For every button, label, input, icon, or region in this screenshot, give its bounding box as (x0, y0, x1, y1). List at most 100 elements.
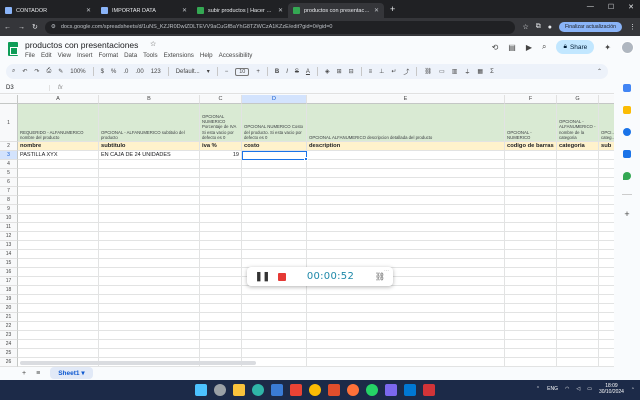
header-description-cell[interactable]: OPCIONAL - NUMERICO (505, 104, 557, 142)
table-cell[interactable] (200, 196, 242, 205)
table-cell[interactable] (200, 277, 242, 286)
table-cell[interactable] (200, 205, 242, 214)
table-cell[interactable] (505, 205, 557, 214)
increase-decimal-icon[interactable]: .00 (135, 69, 143, 75)
table-cell[interactable] (18, 331, 99, 340)
menu-accessibility[interactable]: Accessibility (219, 52, 253, 59)
share-button[interactable]: 🔒︎ Share (556, 40, 595, 54)
row-header[interactable]: 16 (0, 268, 18, 277)
table-cell[interactable] (505, 349, 557, 358)
volume-icon[interactable]: ◁ (576, 386, 580, 392)
table-cell[interactable] (505, 151, 557, 160)
row-header[interactable]: 6 (0, 178, 18, 187)
close-tab-icon[interactable]: ✕ (86, 7, 91, 14)
table-cell[interactable] (505, 241, 557, 250)
table-cell[interactable] (99, 187, 200, 196)
table-cell[interactable] (18, 349, 99, 358)
all-sheets-icon[interactable]: ≡ (36, 370, 40, 377)
table-cell[interactable] (200, 160, 242, 169)
notifications-icon[interactable]: ◔ (631, 386, 634, 392)
language-indicator[interactable]: ENG (547, 386, 558, 392)
table-cell[interactable] (557, 232, 599, 241)
field-name-cell[interactable]: description (307, 142, 505, 151)
comments-icon[interactable]: ▤ (508, 43, 516, 52)
table-cell[interactable] (307, 313, 505, 322)
contacts-icon[interactable] (623, 150, 631, 158)
table-cell[interactable] (200, 223, 242, 232)
table-cell[interactable] (242, 214, 307, 223)
pause-icon[interactable]: ❚❚ (255, 271, 270, 282)
table-cell[interactable] (18, 304, 99, 313)
table-cell[interactable] (599, 196, 614, 205)
table-cell[interactable] (599, 304, 614, 313)
table-cell[interactable] (599, 313, 614, 322)
table-cell[interactable] (200, 241, 242, 250)
table-cell[interactable] (18, 250, 99, 259)
redo-icon[interactable]: ↷ (34, 68, 39, 75)
star-document-icon[interactable]: ☆ (150, 40, 156, 48)
table-cell[interactable] (200, 187, 242, 196)
table-cell[interactable] (557, 241, 599, 250)
table-cell[interactable] (242, 241, 307, 250)
menu-tools[interactable]: Tools (143, 52, 157, 59)
table-cell[interactable] (99, 286, 200, 295)
table-cell[interactable] (557, 340, 599, 349)
table-cell[interactable] (599, 277, 614, 286)
drag-handle-icon[interactable]: ⋯ (384, 268, 389, 274)
table-cell[interactable] (557, 349, 599, 358)
stop-icon[interactable] (278, 272, 287, 281)
add-on-icon[interactable]: + (624, 209, 629, 219)
zoom-select[interactable]: 100% (70, 69, 85, 75)
functions-icon[interactable]: Σ (490, 69, 494, 75)
table-cell[interactable] (505, 313, 557, 322)
row-header[interactable]: 1 (0, 104, 18, 142)
table-cell[interactable] (99, 178, 200, 187)
merge-icon[interactable]: ⊟ (349, 68, 354, 75)
row-header[interactable]: 15 (0, 259, 18, 268)
table-cell[interactable] (557, 268, 599, 277)
edge-icon[interactable] (252, 384, 264, 396)
meet-icon[interactable]: ▶ (526, 43, 532, 52)
table-cell[interactable] (307, 178, 505, 187)
column-header[interactable]: A (18, 95, 99, 104)
table-cell[interactable] (200, 259, 242, 268)
field-name-cell[interactable]: categoria (557, 142, 599, 151)
table-cell[interactable] (557, 295, 599, 304)
table-cell[interactable] (599, 151, 614, 160)
row-header[interactable]: 7 (0, 187, 18, 196)
row-header[interactable]: 3 (0, 151, 18, 160)
table-cell[interactable] (505, 268, 557, 277)
table-cell[interactable] (200, 232, 242, 241)
table-cell[interactable] (599, 214, 614, 223)
battery-icon[interactable]: ▭ (587, 386, 592, 392)
table-cell[interactable] (242, 286, 307, 295)
table-cell[interactable] (599, 358, 614, 367)
site-info-icon[interactable]: ⚙ (51, 24, 56, 30)
browser-tab[interactable]: subir productos | Hacer copia ✕ (192, 3, 288, 18)
table-cell[interactable] (557, 169, 599, 178)
table-cell[interactable] (200, 304, 242, 313)
tasks-icon[interactable] (623, 128, 631, 136)
chart-icon[interactable]: ▥ (452, 68, 458, 75)
row-header[interactable]: 13 (0, 241, 18, 250)
table-cell[interactable] (200, 250, 242, 259)
field-name-cell[interactable]: subtitulo (99, 142, 200, 151)
table-cell[interactable] (307, 196, 505, 205)
table-cell[interactable] (18, 340, 99, 349)
row-header[interactable]: 10 (0, 214, 18, 223)
table-cell[interactable] (505, 223, 557, 232)
table-cell[interactable] (242, 349, 307, 358)
table-cell[interactable] (557, 358, 599, 367)
table-cell[interactable] (18, 286, 99, 295)
spreadsheet-grid[interactable]: ABCDEFGH12345678910111213141516171819202… (0, 95, 614, 367)
table-cell[interactable] (557, 250, 599, 259)
table-cell[interactable] (557, 187, 599, 196)
app-icon[interactable] (328, 384, 340, 396)
table-cell[interactable] (99, 160, 200, 169)
table-cell[interactable] (307, 214, 505, 223)
table-cell[interactable] (242, 331, 307, 340)
wifi-icon[interactable]: ◠ (565, 386, 569, 392)
table-cell[interactable] (307, 223, 505, 232)
table-cell[interactable] (99, 196, 200, 205)
table-cell[interactable] (18, 169, 99, 178)
